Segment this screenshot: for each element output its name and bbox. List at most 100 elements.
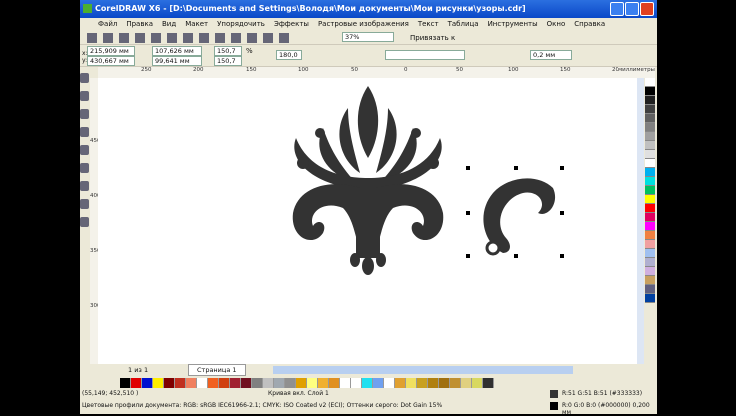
tab-page-1[interactable]: Страница 1 (188, 364, 246, 376)
color-swatch[interactable] (645, 267, 655, 276)
document-palette[interactable] (120, 378, 494, 388)
color-swatch[interactable] (645, 258, 655, 267)
publish-icon[interactable] (263, 33, 273, 43)
color-swatch[interactable] (241, 378, 252, 388)
menu-file[interactable]: Файл (98, 20, 117, 31)
freehand-tool-icon[interactable] (80, 145, 89, 155)
color-swatch[interactable] (164, 378, 175, 388)
app-launcher-icon[interactable] (279, 33, 289, 43)
maximize-button[interactable] (625, 2, 639, 16)
menu-effects[interactable]: Эффекты (274, 20, 309, 31)
vertical-scrollbar[interactable] (637, 78, 644, 364)
rectangle-tool-icon[interactable] (80, 163, 89, 173)
ornament-drawing[interactable] (98, 78, 637, 364)
color-swatch[interactable] (645, 141, 655, 150)
fill-tool-icon[interactable] (80, 217, 89, 227)
color-swatch[interactable] (252, 378, 263, 388)
cut-icon[interactable] (151, 33, 161, 43)
color-swatch[interactable] (645, 177, 655, 186)
menu-help[interactable]: Справка (574, 20, 605, 31)
import-icon[interactable] (231, 33, 241, 43)
zoom-select[interactable]: 37% (342, 32, 394, 42)
menu-window[interactable]: Окно (547, 20, 566, 31)
undo-icon[interactable] (199, 33, 209, 43)
color-swatch[interactable] (373, 378, 384, 388)
color-swatch[interactable] (219, 378, 230, 388)
rotation-angle-field[interactable]: 180,0 (276, 50, 302, 60)
open-icon[interactable] (103, 33, 113, 43)
menu-arrange[interactable]: Упорядочить (217, 20, 265, 31)
scale-x-field[interactable]: 150,7 (214, 46, 242, 56)
color-swatch[interactable] (645, 78, 655, 87)
color-swatch[interactable] (186, 378, 197, 388)
color-profiles[interactable]: Цветовые профили документа: RGB: sRGB IE… (82, 402, 442, 409)
color-swatch[interactable] (351, 378, 362, 388)
color-swatch[interactable] (417, 378, 428, 388)
color-swatch[interactable] (645, 96, 655, 105)
color-swatch[interactable] (645, 276, 655, 285)
redo-icon[interactable] (215, 33, 225, 43)
color-swatch[interactable] (318, 378, 329, 388)
crop-tool-icon[interactable] (80, 109, 89, 119)
color-swatch[interactable] (645, 186, 655, 195)
color-swatch[interactable] (450, 378, 461, 388)
color-swatch[interactable] (645, 114, 655, 123)
color-swatch[interactable] (472, 378, 483, 388)
drawing-canvas[interactable] (98, 78, 637, 364)
color-swatch[interactable] (645, 231, 655, 240)
color-swatch[interactable] (208, 378, 219, 388)
menu-text[interactable]: Текст (418, 20, 439, 31)
color-swatch[interactable] (384, 378, 395, 388)
copy-icon[interactable] (167, 33, 177, 43)
menu-bitmaps[interactable]: Растровые изображения (318, 20, 409, 31)
color-swatch[interactable] (175, 378, 186, 388)
color-swatch[interactable] (307, 378, 318, 388)
color-swatch[interactable] (285, 378, 296, 388)
color-swatch[interactable] (645, 195, 655, 204)
horizontal-scrollbar[interactable] (273, 366, 573, 374)
color-swatch[interactable] (362, 378, 373, 388)
width-field[interactable]: 107,626 мм (152, 46, 202, 56)
color-swatch[interactable] (120, 378, 131, 388)
vertical-ruler[interactable]: 450 400 350 300 (90, 78, 101, 364)
color-swatch[interactable] (645, 294, 655, 303)
menu-view[interactable]: Вид (162, 20, 176, 31)
outline-width-select[interactable]: 0,2 мм (530, 50, 572, 60)
color-swatch[interactable] (406, 378, 417, 388)
menu-tools[interactable]: Инструменты (488, 20, 538, 31)
color-swatch[interactable] (274, 378, 285, 388)
x-position-field[interactable]: 215,909 мм (87, 46, 135, 56)
vertical-color-palette[interactable] (645, 78, 655, 303)
export-icon[interactable] (247, 33, 257, 43)
color-swatch[interactable] (645, 123, 655, 132)
color-swatch[interactable] (142, 378, 153, 388)
color-swatch[interactable] (645, 87, 655, 96)
height-field[interactable]: 99,641 мм (152, 56, 202, 66)
pick-tool-icon[interactable] (80, 73, 89, 83)
color-swatch[interactable] (645, 150, 655, 159)
color-swatch[interactable] (131, 378, 142, 388)
shape-tool-icon[interactable] (80, 91, 89, 101)
color-swatch[interactable] (645, 132, 655, 141)
color-swatch[interactable] (645, 222, 655, 231)
color-swatch[interactable] (645, 159, 655, 168)
snap-to-dropdown[interactable]: Привязать к (410, 34, 455, 42)
color-swatch[interactable] (428, 378, 439, 388)
close-button[interactable] (640, 2, 654, 16)
menu-layout[interactable]: Макет (185, 20, 208, 31)
horizontal-ruler[interactable]: 25020015010050050100150200250300миллимет… (98, 67, 655, 78)
color-swatch[interactable] (439, 378, 450, 388)
color-swatch[interactable] (197, 378, 208, 388)
ellipse-tool-icon[interactable] (80, 181, 89, 191)
color-swatch[interactable] (645, 105, 655, 114)
color-swatch[interactable] (296, 378, 307, 388)
line-style-select[interactable] (385, 50, 465, 60)
color-swatch[interactable] (329, 378, 340, 388)
color-swatch[interactable] (645, 285, 655, 294)
new-icon[interactable] (87, 33, 97, 43)
color-swatch[interactable] (153, 378, 164, 388)
color-swatch[interactable] (645, 249, 655, 258)
scale-y-field[interactable]: 150,7 (214, 56, 242, 66)
color-swatch[interactable] (340, 378, 351, 388)
menu-table[interactable]: Таблица (448, 20, 479, 31)
